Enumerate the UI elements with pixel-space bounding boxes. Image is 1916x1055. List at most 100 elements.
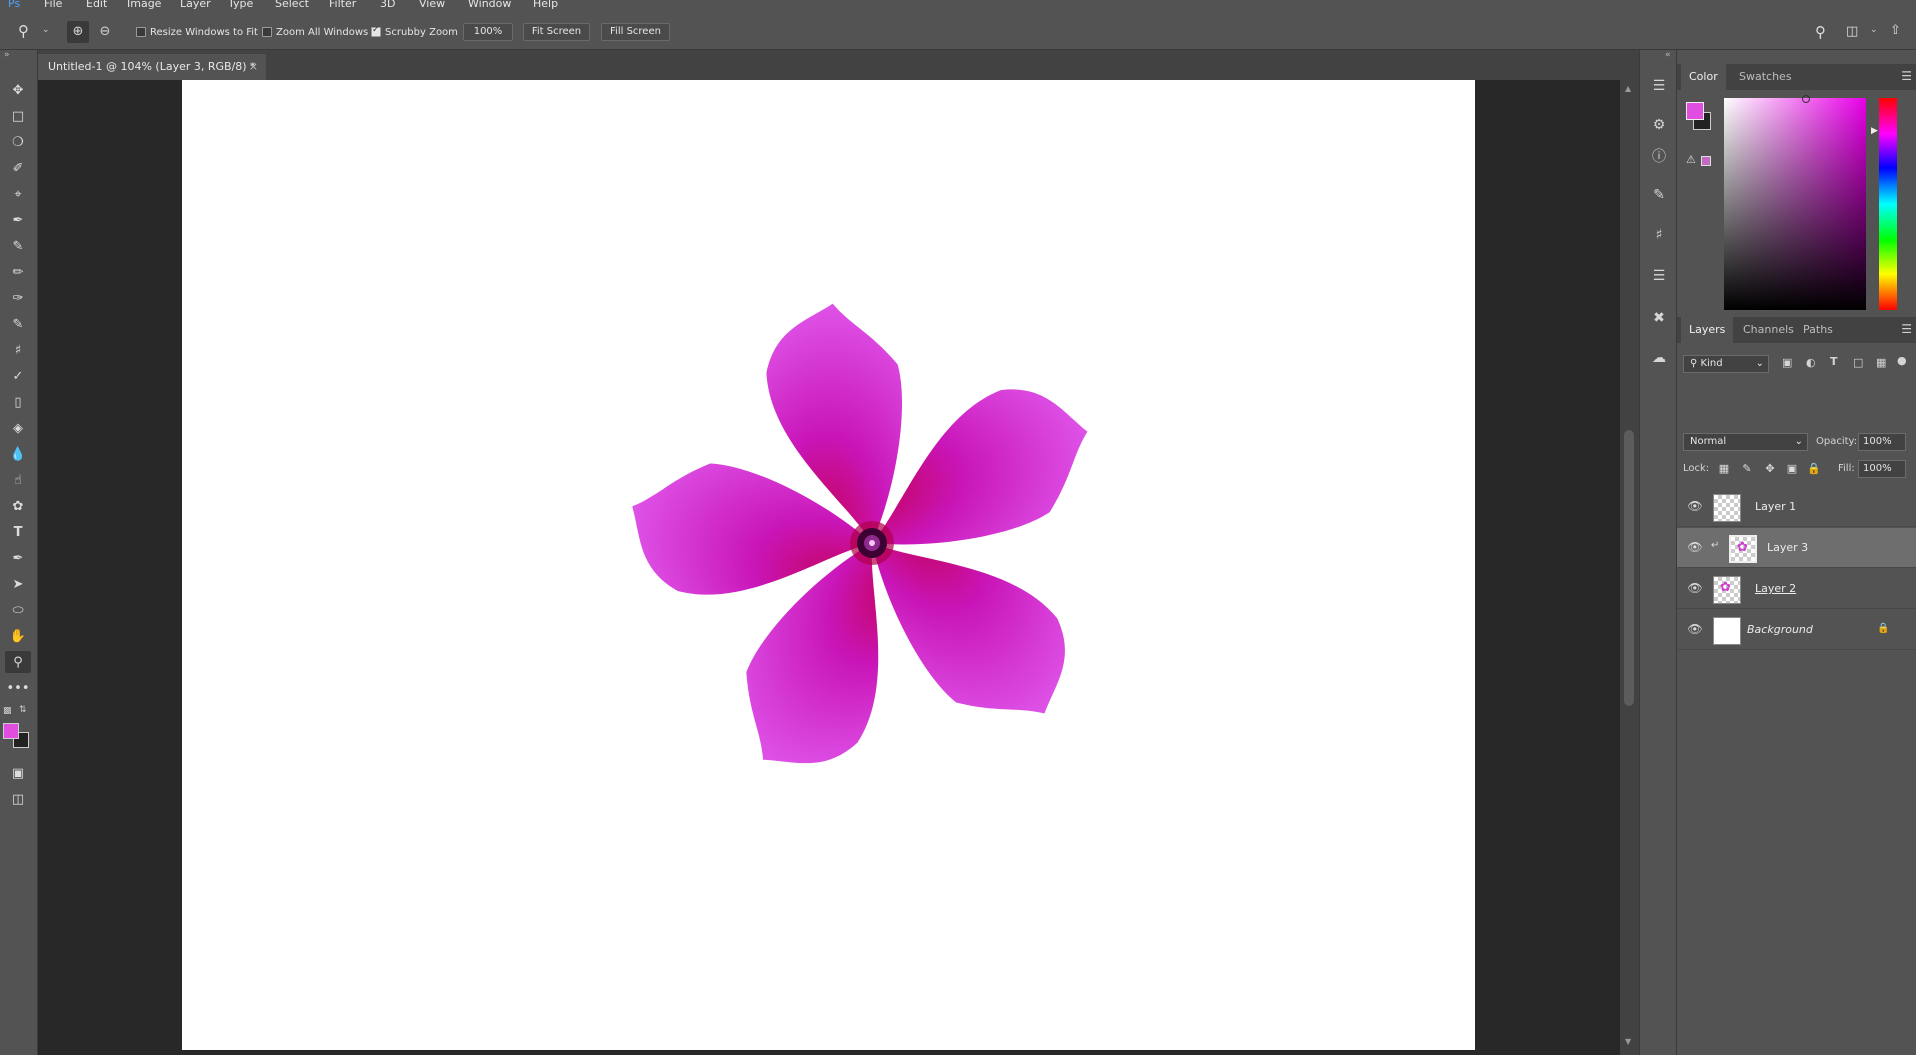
tab-channels[interactable]: Channels [1735, 317, 1802, 343]
scroll-up-icon[interactable]: ▲ [1625, 84, 1631, 93]
layer-row[interactable]: 👁 Layer 1 [1677, 487, 1916, 527]
opacity-field[interactable]: 100% [1858, 433, 1906, 451]
brushes-icon[interactable]: ✎ [1646, 182, 1672, 208]
smudge-tool-icon[interactable]: ☝ [5, 469, 31, 491]
lock-artboard-icon[interactable]: ▣ [1785, 462, 1799, 476]
adjustment-filter-icon[interactable]: ◐ [1806, 356, 1816, 369]
path-select-tool-icon[interactable]: ➤ [5, 573, 31, 595]
tab-swatches[interactable]: Swatches [1731, 64, 1800, 90]
lock-all-icon[interactable]: 🔒 [1807, 462, 1821, 476]
resize-windows-checkbox[interactable] [136, 27, 146, 37]
blur-tool-icon[interactable]: 💧 [5, 443, 31, 465]
move-tool-icon[interactable]: ✥ [5, 79, 31, 101]
info-icon[interactable]: ⓘ [1646, 143, 1672, 169]
gamut-swatch[interactable] [1701, 156, 1711, 166]
pencil-tool-icon[interactable]: ✏ [5, 261, 31, 283]
layer-row-selected[interactable]: 👁 ↵ ✿ Layer 3 [1677, 528, 1916, 568]
pen-tool-icon[interactable]: ✒ [5, 547, 31, 569]
lock-position-icon[interactable]: ✥ [1763, 462, 1777, 476]
properties-icon[interactable]: ⚙ [1646, 112, 1672, 138]
color-field[interactable] [1724, 95, 1866, 310]
eye-icon[interactable]: 👁 [1687, 622, 1703, 638]
close-icon[interactable]: × [249, 54, 258, 80]
type-tool-icon[interactable]: T [5, 521, 31, 543]
mixer-brush-tool-icon[interactable]: ✑ [5, 287, 31, 309]
libraries-icon[interactable]: ☁ [1646, 345, 1672, 371]
layer-filter-kind[interactable]: ⚲ Kind ⌄ [1683, 355, 1769, 373]
screen-mode-icon[interactable]: ◫ [5, 788, 31, 810]
menu-type[interactable]: Type [228, 0, 253, 10]
zoom-tool-icon[interactable]: ⚲ [18, 22, 29, 40]
fit-screen-button[interactable]: Fit Screen [523, 23, 590, 41]
marquee-tool-icon[interactable]: □ [5, 105, 31, 127]
fill-field[interactable]: 100% [1858, 460, 1906, 478]
ellipse-tool-icon[interactable]: ⬭ [5, 599, 31, 621]
menu-image[interactable]: Image [127, 0, 161, 10]
canvas-area[interactable] [38, 80, 1623, 1055]
more-tools-icon[interactable]: ••• [5, 677, 31, 699]
healing-brush-tool-icon[interactable]: ✎ [5, 235, 31, 257]
adjustments-icon[interactable]: ☰ [1646, 263, 1672, 289]
menu-help[interactable]: Help [533, 0, 558, 10]
menu-select[interactable]: Select [275, 0, 309, 10]
scroll-down-icon[interactable]: ▼ [1625, 1037, 1631, 1046]
chevron-down-icon[interactable]: ⌄ [42, 25, 50, 35]
fill-screen-button[interactable]: Fill Screen [601, 23, 670, 41]
history-brush-tool-icon[interactable]: ✓ [5, 365, 31, 387]
scrollbar-thumb[interactable] [1624, 430, 1634, 706]
quick-select-tool-icon[interactable]: ✐ [5, 157, 31, 179]
hue-slider[interactable] [1879, 98, 1897, 310]
tab-paths[interactable]: Paths [1795, 317, 1841, 343]
tab-layers[interactable]: Layers [1681, 317, 1734, 343]
layer-row[interactable]: 👁 Background 🔒 [1677, 610, 1916, 650]
color-picker-cursor[interactable] [1802, 95, 1810, 103]
menu-filter[interactable]: Filter [329, 0, 356, 10]
eyedropper-tool-icon[interactable]: ✒ [5, 209, 31, 231]
blend-mode-select[interactable]: Normal ⌄ [1683, 433, 1808, 451]
zoom-tool-icon[interactable]: ⚲ [5, 651, 31, 673]
pixel-filter-icon[interactable]: ▣ [1782, 356, 1792, 369]
hue-pointer-icon[interactable]: ▶ [1871, 126, 1878, 136]
default-colors-icon[interactable]: ▩ [3, 706, 12, 716]
filter-toggle-icon[interactable]: ● [1897, 354, 1907, 367]
collapse-icon[interactable]: « [1665, 50, 1671, 60]
type-filter-icon[interactable]: T [1830, 355, 1838, 368]
menu-layer[interactable]: Layer [180, 0, 211, 10]
history-icon[interactable]: ☰ [1646, 73, 1672, 99]
eye-icon[interactable]: 👁 [1687, 499, 1703, 515]
paint-bucket-tool-icon[interactable]: ◈ [5, 417, 31, 439]
eraser-tool-icon[interactable]: ▯ [5, 391, 31, 413]
search-icon[interactable]: ⚲ [1815, 23, 1826, 41]
tool-presets-icon[interactable]: ✖ [1646, 305, 1672, 331]
panel-menu-icon[interactable]: ☰ [1901, 322, 1912, 336]
eye-icon[interactable]: 👁 [1687, 581, 1703, 597]
zoom-all-checkbox[interactable] [262, 27, 272, 37]
chevron-down-icon[interactable]: ⌄ [1870, 25, 1878, 35]
lasso-tool-icon[interactable]: ❍ [5, 131, 31, 153]
collapse-icon[interactable]: » [4, 50, 10, 60]
menu-window[interactable]: Window [468, 0, 511, 10]
zoom-value-field[interactable]: 100% [463, 23, 513, 41]
brush-tool-icon[interactable]: ✎ [5, 313, 31, 335]
tab-color[interactable]: Color [1681, 64, 1726, 90]
shape-filter-icon[interactable]: □ [1853, 356, 1863, 369]
foreground-color-swatch[interactable] [1686, 102, 1704, 120]
foreground-color-swatch[interactable] [3, 723, 19, 739]
layer-row[interactable]: 👁 ✿ Layer 2 [1677, 569, 1916, 609]
menu-edit[interactable]: Edit [86, 0, 107, 10]
clone-source-icon[interactable]: ♯ [1646, 222, 1672, 248]
document-canvas[interactable] [182, 80, 1475, 1050]
zoom-out-icon[interactable]: ⊖ [94, 21, 116, 43]
panel-menu-icon[interactable]: ☰ [1901, 69, 1912, 83]
menu-view[interactable]: View [419, 0, 445, 10]
clone-stamp-tool-icon[interactable]: ♯ [5, 339, 31, 361]
sponge-tool-icon[interactable]: ✿ [5, 495, 31, 517]
document-tab[interactable]: Untitled-1 @ 104% (Layer 3, RGB/8) * × [38, 54, 266, 80]
swap-colors-icon[interactable]: ⇅ [19, 705, 27, 715]
menu-file[interactable]: File [44, 0, 62, 10]
scrubby-zoom-checkbox[interactable] [371, 25, 381, 37]
crop-tool-icon[interactable]: ⌖ [5, 183, 31, 205]
share-icon[interactable]: ⇧ [1890, 23, 1901, 38]
lock-transparent-icon[interactable]: ▦ [1717, 462, 1731, 476]
smart-object-filter-icon[interactable]: ▦ [1876, 356, 1886, 369]
